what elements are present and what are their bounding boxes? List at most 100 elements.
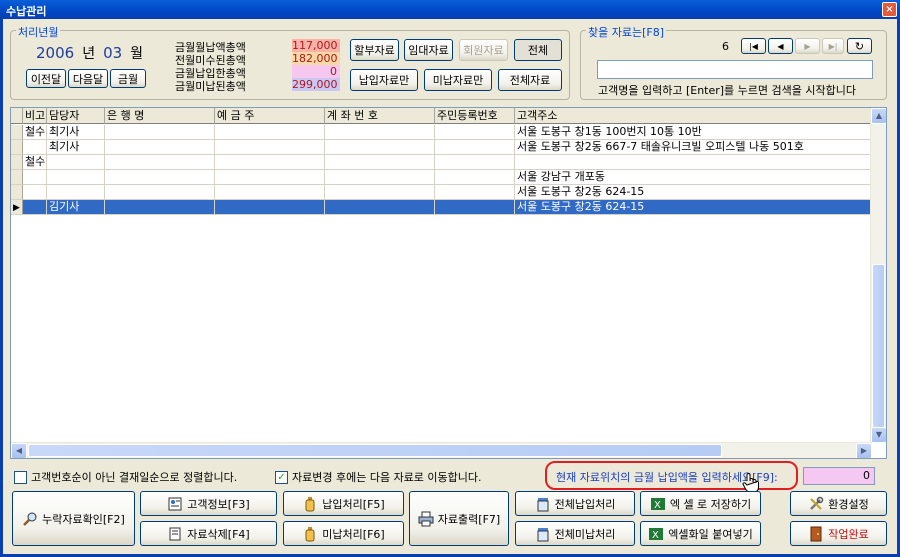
move-next-option[interactable]: ✓ 자료변경 후에는 다음 자료로 이동합니다. bbox=[275, 469, 482, 485]
rental-filter-button[interactable]: 임대자료 bbox=[404, 39, 453, 61]
cell-note[interactable]: 철수 bbox=[23, 125, 47, 140]
pay-all-button[interactable]: 전체납입처리 bbox=[515, 491, 635, 516]
row-indicator[interactable]: ▶ bbox=[11, 200, 23, 215]
sort-by-payday-option[interactable]: 고객번호순이 아닌 결재일순으로 정렬합니다. bbox=[14, 469, 237, 485]
cell-manager[interactable] bbox=[47, 170, 105, 185]
cell-bank[interactable] bbox=[105, 200, 215, 215]
cell-holder[interactable] bbox=[215, 185, 325, 200]
cell-account[interactable] bbox=[325, 125, 435, 140]
cell-holder[interactable] bbox=[215, 140, 325, 155]
next-record-button[interactable]: ▶ bbox=[795, 38, 820, 54]
this-month-button[interactable]: 금월 bbox=[110, 69, 146, 88]
column-header[interactable]: 담당자 bbox=[47, 108, 105, 124]
cell-note[interactable]: 철수 bbox=[23, 155, 47, 170]
table-row[interactable]: 철수 bbox=[11, 155, 872, 170]
cell-bank[interactable] bbox=[105, 155, 215, 170]
prev-record-button[interactable]: ◀ bbox=[768, 38, 793, 54]
refresh-button[interactable]: ↻ bbox=[847, 38, 872, 54]
settings-button[interactable]: 환경설정 bbox=[790, 491, 887, 516]
cell-holder[interactable] bbox=[215, 170, 325, 185]
cell-holder[interactable] bbox=[215, 125, 325, 140]
cell-account[interactable] bbox=[325, 185, 435, 200]
cell-address[interactable]: 서울 도봉구 창2동 624-15 bbox=[515, 185, 872, 200]
cell-bank[interactable] bbox=[105, 170, 215, 185]
cell-bank[interactable] bbox=[105, 125, 215, 140]
scroll-down-icon[interactable]: ▼ bbox=[871, 427, 886, 443]
vertical-scrollbar[interactable]: ▲ ▼ bbox=[870, 108, 886, 443]
table-row[interactable]: ▶ 김기사 서울 도봉구 창2동 624-15 bbox=[11, 200, 872, 215]
unpaid-only-button[interactable]: 미납자료만 bbox=[424, 69, 492, 91]
next-month-button[interactable]: 다음달 bbox=[68, 69, 108, 88]
print-button[interactable]: 자료출력[F7] bbox=[409, 491, 509, 546]
column-header[interactable]: 비고 bbox=[23, 108, 47, 124]
cell-note[interactable] bbox=[23, 185, 47, 200]
cell-bank[interactable] bbox=[105, 140, 215, 155]
customer-info-button[interactable]: 고객정보[F3] bbox=[140, 491, 277, 516]
cell-manager[interactable]: 최기사 bbox=[47, 140, 105, 155]
move-next-checkbox[interactable]: ✓ bbox=[275, 470, 288, 484]
pay-button[interactable]: 납입처리[F5] bbox=[283, 491, 404, 516]
cell-note[interactable] bbox=[23, 170, 47, 185]
cell-manager[interactable] bbox=[47, 155, 105, 170]
vertical-scroll-thumb[interactable] bbox=[872, 264, 885, 428]
cell-holder[interactable] bbox=[215, 200, 325, 215]
cell-rrn[interactable] bbox=[435, 155, 515, 170]
member-filter-button[interactable]: 회원자료 bbox=[459, 39, 508, 61]
table-row[interactable]: 서울 강남구 개포동 bbox=[11, 170, 872, 185]
unpay-button[interactable]: 미납처리[F6] bbox=[283, 521, 404, 546]
cell-rrn[interactable] bbox=[435, 125, 515, 140]
cell-manager[interactable]: 김기사 bbox=[47, 200, 105, 215]
cell-manager[interactable]: 최기사 bbox=[47, 125, 105, 140]
cell-address[interactable]: 서울 도봉구 창1동 100번지 10통 10반 bbox=[515, 125, 872, 140]
data-grid[interactable]: 비고 담당자 은 행 명예 금 주계 좌 번 호 주민등록번호 고객주소 철수 최기사 서울… bbox=[10, 107, 887, 459]
table-row[interactable]: 서울 도봉구 창2동 624-15 bbox=[11, 185, 872, 200]
cell-note[interactable] bbox=[23, 200, 47, 215]
table-row[interactable]: 철수 최기사 서울 도봉구 창1동 100번지 10통 10반 bbox=[11, 125, 872, 140]
all-filter-button[interactable]: 전체 bbox=[514, 39, 562, 61]
scroll-right-icon[interactable]: ▶ bbox=[856, 443, 872, 458]
cell-address[interactable]: 서울 도봉구 창2동 624-15 bbox=[515, 200, 872, 215]
amount-input[interactable]: 0 bbox=[803, 467, 875, 485]
cell-account[interactable] bbox=[325, 200, 435, 215]
cell-account[interactable] bbox=[325, 170, 435, 185]
all-data-button[interactable]: 전체자료 bbox=[498, 69, 562, 91]
paid-only-button[interactable]: 납입자료만 bbox=[350, 69, 418, 91]
column-header[interactable]: 주민등록번호 bbox=[435, 108, 515, 124]
excel-save-button[interactable]: X 엑 셀 로 저장하기 bbox=[640, 491, 761, 516]
prev-month-button[interactable]: 이전달 bbox=[26, 69, 66, 88]
scroll-up-icon[interactable]: ▲ bbox=[871, 108, 886, 124]
cell-address[interactable]: 서울 강남구 개포동 bbox=[515, 170, 872, 185]
table-row[interactable]: 최기사 서울 도봉구 창2동 667-7 태솔유니크빌 오피스텔 나동 501호 bbox=[11, 140, 872, 155]
scroll-left-icon[interactable]: ◀ bbox=[11, 443, 27, 458]
missing-check-button[interactable]: 누락자료확인[F2] bbox=[12, 491, 135, 546]
cell-holder[interactable] bbox=[215, 155, 325, 170]
customer-search-input[interactable] bbox=[597, 60, 873, 79]
cell-rrn[interactable] bbox=[435, 140, 515, 155]
column-header[interactable]: 고객주소 bbox=[515, 108, 872, 124]
row-indicator[interactable] bbox=[11, 185, 23, 200]
row-indicator[interactable] bbox=[11, 140, 23, 155]
sort-by-payday-checkbox[interactable] bbox=[14, 470, 27, 484]
unpay-all-button[interactable]: 전체미납처리 bbox=[515, 521, 635, 546]
cell-bank[interactable] bbox=[105, 185, 215, 200]
cell-address[interactable] bbox=[515, 155, 872, 170]
row-indicator[interactable] bbox=[11, 155, 23, 170]
delete-data-button[interactable]: 자료삭제[F4] bbox=[140, 521, 277, 546]
column-header[interactable]: 은 행 명 bbox=[105, 108, 215, 124]
first-record-button[interactable]: |◀ bbox=[741, 38, 766, 54]
done-button[interactable]: 작업완료 bbox=[790, 521, 887, 546]
column-header[interactable]: 예 금 주 bbox=[215, 108, 325, 124]
row-indicator[interactable] bbox=[11, 170, 23, 185]
column-header[interactable]: 계 좌 번 호 bbox=[325, 108, 435, 124]
cell-account[interactable] bbox=[325, 155, 435, 170]
cell-rrn[interactable] bbox=[435, 185, 515, 200]
last-record-button[interactable]: ▶| bbox=[822, 38, 844, 54]
cell-note[interactable] bbox=[23, 140, 47, 155]
row-indicator[interactable] bbox=[11, 125, 23, 140]
excel-paste-button[interactable]: X 엑셀화일 붙여넣기 bbox=[640, 521, 761, 546]
close-button[interactable]: × bbox=[882, 2, 897, 17]
cell-manager[interactable] bbox=[47, 185, 105, 200]
horizontal-scrollbar[interactable]: ◀ ▶ bbox=[11, 442, 872, 458]
installment-filter-button[interactable]: 할부자료 bbox=[350, 39, 399, 61]
cell-account[interactable] bbox=[325, 140, 435, 155]
